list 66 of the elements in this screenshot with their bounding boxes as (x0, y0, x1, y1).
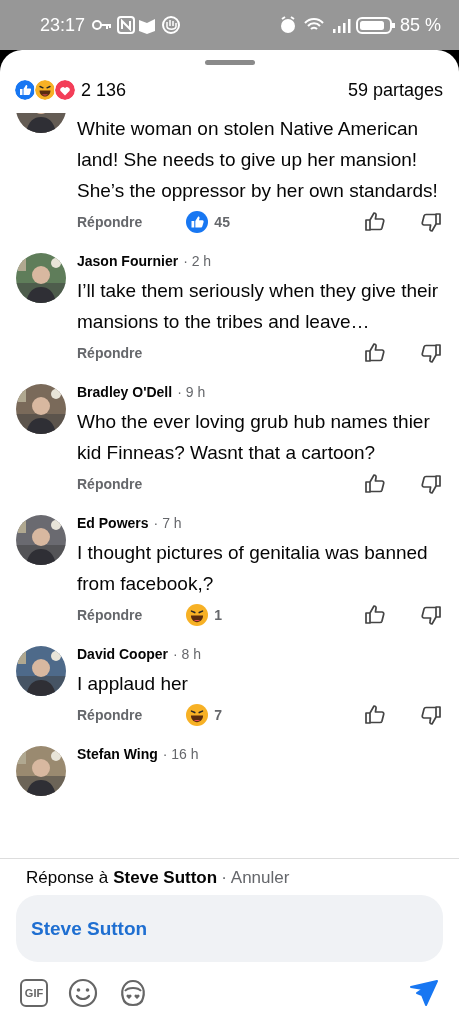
reaction-count: 1 (214, 607, 223, 623)
upvote-button[interactable] (363, 210, 387, 234)
comment-time: · 16 h (162, 746, 199, 762)
smiley-icon (68, 978, 98, 1008)
upvote-button[interactable] (363, 603, 387, 627)
downvote-button[interactable] (419, 210, 443, 234)
send-icon (409, 978, 439, 1008)
reply-link[interactable]: Répondre (77, 214, 143, 230)
shares-count[interactable]: 59 partages (347, 79, 443, 101)
author-name[interactable]: Bradley O'Dell (77, 384, 173, 400)
downvote-button[interactable] (419, 703, 443, 727)
comment-text: Who the ever loving grub hub names thier kid Finneas? Wasnt that a cartoon? (77, 410, 431, 465)
like-reaction-icon (186, 211, 209, 233)
laughing-reaction-icon (34, 79, 56, 101)
cancel-link[interactable]: Annuler (230, 868, 290, 887)
avatar-sticker-button[interactable] (118, 978, 148, 1008)
author-name[interactable]: Ed Powers (77, 515, 149, 531)
send-button[interactable] (409, 978, 439, 1008)
reaction-count[interactable]: 2 136 (81, 79, 127, 101)
thumbs-up-icon (363, 210, 387, 234)
reply-to-name: Steve Sutton (113, 868, 218, 887)
drag-handle[interactable] (204, 60, 255, 65)
emoji-button[interactable] (68, 978, 98, 1008)
thumbs-up-icon (363, 341, 387, 365)
face-sticker-icon (118, 978, 148, 1008)
downvote-button[interactable] (419, 603, 443, 627)
reply-link[interactable]: Répondre (77, 707, 143, 723)
thumbs-down-icon (419, 210, 443, 234)
clock-time: 23:17 (40, 14, 86, 36)
battery-percentage: 85 % (399, 14, 441, 36)
thumbs-up-icon (363, 472, 387, 496)
reply-link[interactable]: Répondre (77, 607, 143, 623)
comment-time: · 8 h (173, 646, 202, 662)
reply-link[interactable]: Répondre (77, 476, 143, 492)
author-name[interactable]: David Cooper (77, 646, 168, 662)
heart-reaction-icon (54, 79, 76, 101)
thumbs-down-icon (419, 703, 443, 727)
comment-text: I thought pictures of genitalia was banned from facebook,? (77, 541, 429, 596)
upvote-button[interactable] (363, 341, 387, 365)
like-reaction-icon (14, 79, 36, 101)
separator-dot: · (221, 868, 227, 887)
reaction-count: 45 (214, 214, 230, 230)
thumbs-down-icon (419, 472, 443, 496)
downvote-button[interactable] (419, 472, 443, 496)
comment-time: · 7 h (153, 515, 182, 531)
laughing-reaction-icon (186, 704, 209, 726)
comment-input-field[interactable]: Steve Sutton (16, 895, 443, 962)
laughing-reaction-icon (186, 604, 209, 626)
downvote-button[interactable] (419, 341, 443, 365)
reply-link[interactable]: Répondre (77, 345, 143, 361)
reaction-count: 7 (214, 707, 223, 723)
thumbs-up-icon (363, 603, 387, 627)
thumbs-down-icon (419, 603, 443, 627)
comment-text: I’ll take them seriously when they give their mansions to the tribes and leave… (77, 279, 440, 334)
thumbs-up-icon (363, 703, 387, 727)
comment-time: · 2 h (183, 253, 212, 269)
comment-text: White woman on stolen Native American land! She needs to give up her mansion! She’s the oppressor by her own standards! (77, 117, 439, 203)
upvote-button[interactable] (363, 472, 387, 496)
author-name[interactable]: Jason Fournier (77, 253, 179, 269)
upvote-button[interactable] (363, 703, 387, 727)
comment-time: · 9 h (177, 384, 206, 400)
reply-to-label: Réponse à (26, 868, 109, 887)
thumbs-down-icon (419, 341, 443, 365)
gif-button[interactable]: GIF (20, 979, 48, 1007)
comment-text: I applaud her (77, 672, 189, 696)
author-name[interactable]: Stefan Wing (77, 746, 158, 762)
